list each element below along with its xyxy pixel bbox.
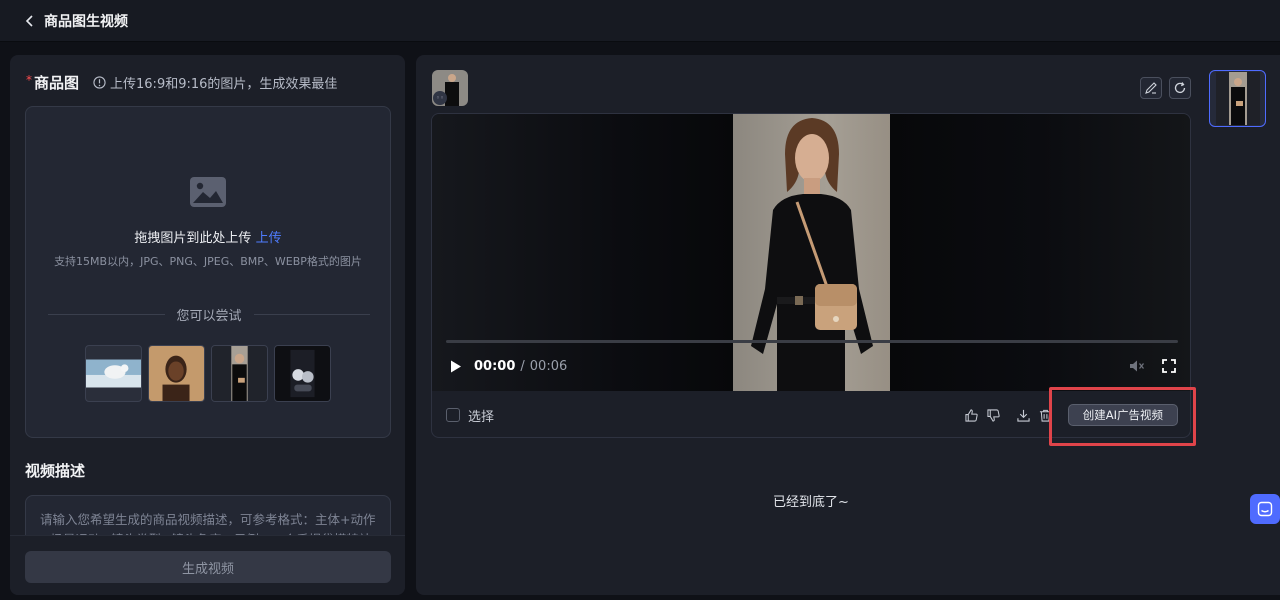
video-duration: 00:06 [529, 358, 568, 374]
woman-portrait-sample[interactable] [148, 345, 205, 402]
selected-result-thumbnail[interactable] [1209, 70, 1266, 127]
delete-button[interactable] [1036, 405, 1056, 425]
current-time: 00:00 [474, 358, 516, 374]
try-label: 您可以尝试 [176, 309, 242, 324]
play-button[interactable] [446, 356, 466, 376]
select-checkbox[interactable] [446, 408, 460, 422]
upload-hint: 上传16:9和9:16的图片，生成效果最佳 [93, 73, 337, 92]
video-controls: 00:00 / 00:06 [446, 354, 1178, 378]
fashion-bag-thumbnail [212, 346, 267, 401]
polar-bear-thumbnail [86, 359, 141, 388]
chat-icon [1257, 501, 1273, 517]
play-icon [451, 360, 461, 372]
divider-line [48, 314, 165, 315]
thumbs-down-icon [987, 408, 1000, 422]
upload-hint-text: 上传16:9和9:16的图片，生成效果最佳 [110, 77, 338, 92]
chat-support-button[interactable] [1250, 494, 1280, 524]
video-frame [733, 114, 890, 391]
time-separator: / [520, 358, 525, 374]
drag-text: 拖拽图片到此处上传 [134, 231, 252, 246]
end-of-list-text: 已经到底了~ [773, 495, 849, 510]
video-card-footer: 选择 创建AI广告视频 [432, 391, 1190, 437]
woman-portrait-thumbnail [149, 346, 204, 401]
video-result-card: 00:00 / 00:06 选择 创建AI广告视频 [431, 113, 1191, 438]
dislike-button[interactable] [984, 405, 1004, 425]
fashion-bag-sample[interactable] [211, 345, 268, 402]
upload-link[interactable]: 上传 [256, 231, 282, 246]
select-label[interactable]: 选择 [468, 406, 494, 425]
video-progress-bar[interactable] [446, 340, 1178, 343]
left-panel: * 商品图 上传16:9和9:16的图片，生成效果最佳 拖拽图片到此处上传 上传… [10, 55, 405, 595]
pencil-icon [1145, 82, 1157, 94]
download-icon [1017, 409, 1030, 422]
product-image-header: * 商品图 上传16:9和9:16的图片，生成效果最佳 [26, 72, 337, 93]
support-formats-text: 支持15MB以内，JPG、PNG、JPEG、BMP、WEBP格式的图片 [54, 255, 362, 268]
try-divider: 您可以尝试 [48, 305, 371, 324]
download-button[interactable] [1014, 405, 1034, 425]
task-thumbnail: ◦◦ [432, 70, 468, 106]
refresh-icon [1174, 82, 1186, 94]
drag-upload-text: 拖拽图片到此处上传 上传 [26, 227, 390, 246]
chevron-left-icon [25, 14, 33, 27]
back-button[interactable] [16, 7, 44, 35]
polar-bear-sample[interactable] [85, 345, 142, 402]
page-title: 商品图生视频 [44, 13, 128, 30]
refresh-button[interactable] [1169, 77, 1191, 99]
right-panel: ◦◦ 00:00 / 00:06 选择 创建AI广告视频 [416, 55, 1280, 595]
info-circle-icon [93, 76, 106, 89]
video-player[interactable]: 00:00 / 00:06 [432, 114, 1190, 391]
generate-bar: 生成视频 [10, 535, 405, 595]
fullscreen-button[interactable] [1160, 357, 1178, 375]
generate-video-button[interactable]: 生成视频 [25, 551, 391, 583]
thumbs-up-icon [965, 408, 978, 422]
sample-images [85, 345, 331, 402]
product-image-title: 商品图 [34, 74, 80, 92]
image-icon [190, 177, 226, 207]
earbuds-product-sample[interactable] [274, 345, 331, 402]
create-ai-ad-video-button[interactable]: 创建AI广告视频 [1067, 404, 1178, 426]
like-button[interactable] [962, 405, 982, 425]
earbuds-thumbnail [275, 346, 330, 401]
required-mark: * [26, 72, 32, 87]
mute-button[interactable] [1128, 357, 1146, 375]
video-description-title: 视频描述 [25, 462, 86, 480]
divider-line [253, 314, 371, 315]
top-bar: 商品图生视频 [0, 0, 1280, 42]
ai-badge-icon: ◦◦ [433, 91, 447, 105]
image-upload-dropzone[interactable]: 拖拽图片到此处上传 上传 支持15MB以内，JPG、PNG、JPEG、BMP、W… [25, 106, 391, 438]
muted-speaker-icon [1130, 360, 1145, 372]
trash-icon [1040, 409, 1052, 422]
edit-button[interactable] [1140, 77, 1162, 99]
fullscreen-icon [1162, 359, 1176, 373]
result-thumbnail-image [1215, 72, 1260, 125]
